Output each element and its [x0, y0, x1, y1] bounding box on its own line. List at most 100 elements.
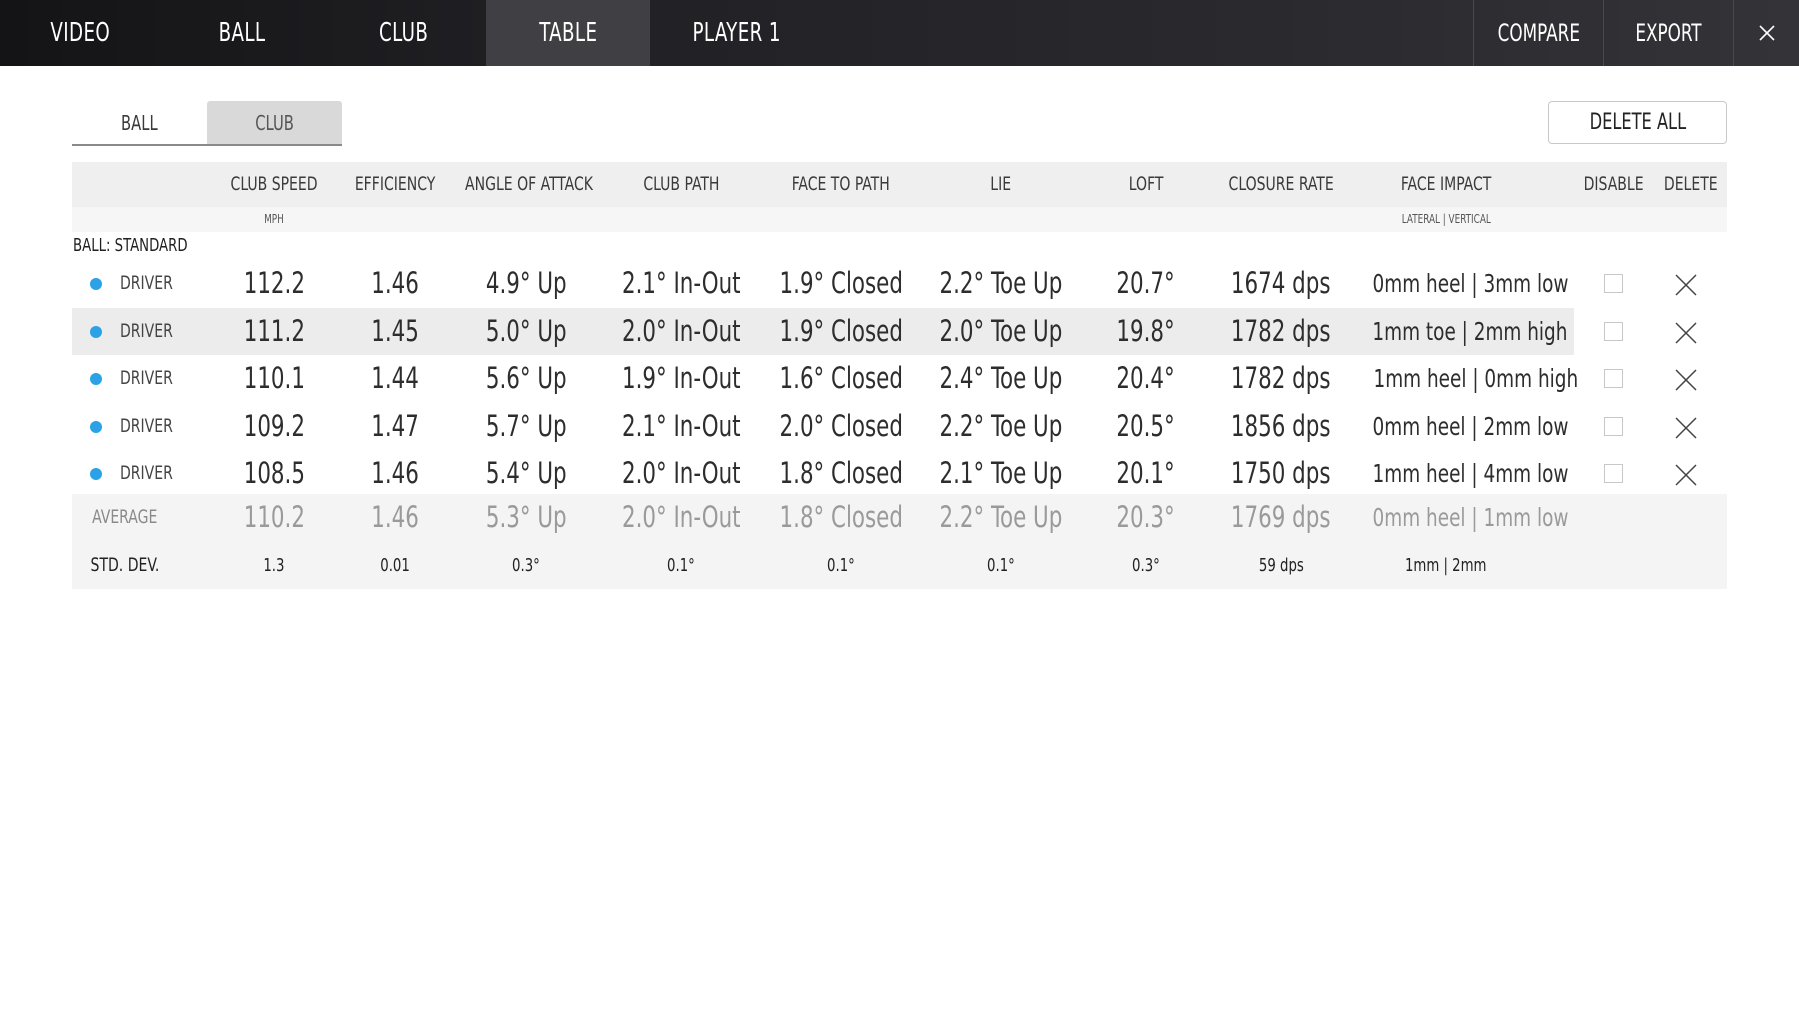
unit-club-speed: MPH: [264, 212, 284, 226]
avg-closure-rate: 1769 dps: [1231, 500, 1331, 534]
face-impact-value: 1mm heel | 0mm high: [1373, 364, 1579, 393]
nav-tab-table[interactable]: TABLE: [486, 0, 650, 66]
efficiency-value: 1.45: [371, 313, 419, 348]
nav-tab-player[interactable]: PLAYER 1: [650, 0, 824, 66]
subtab-ball[interactable]: BALL: [72, 101, 207, 144]
delete-shot-icon[interactable]: [1673, 367, 1699, 393]
face-impact-value: 1mm heel | 4mm low: [1372, 459, 1569, 488]
table-row[interactable]: DRIVER 109.2 1.47 5.7° Up 2.1° In-Out 2.…: [72, 403, 1727, 451]
lie-value: 2.2° Toe Up: [939, 266, 1063, 300]
delete-shot-icon[interactable]: [1673, 320, 1699, 346]
closure-rate-value: 1782 dps: [1231, 313, 1331, 348]
average-row: AVERAGE 110.2 1.46 5.3° Up 2.0° In-Out 1…: [72, 494, 1727, 542]
header-efficiency: EFFICIENCY: [354, 173, 436, 195]
club-speed-value: 108.5: [243, 456, 305, 490]
header-face-to-path: FACE TO PATH: [791, 173, 891, 195]
sd-face-impact: 1mm | 2mm: [1405, 554, 1487, 576]
delete-shot-icon[interactable]: [1673, 462, 1699, 488]
aoa-value: 5.6° Up: [485, 361, 567, 395]
disable-checkbox[interactable]: [1604, 464, 1623, 483]
table-row[interactable]: DRIVER 108.5 1.46 5.4° Up 2.0° In-Out 1.…: [72, 450, 1727, 498]
header-club-path: CLUB PATH: [642, 173, 720, 195]
club-speed-value: 111.2: [243, 313, 305, 348]
disable-checkbox[interactable]: [1604, 369, 1623, 388]
unit-face-impact: LATERAL | VERTICAL: [1401, 212, 1491, 226]
sd-club-path: 0.1°: [667, 554, 695, 576]
club-speed-value: 109.2: [243, 408, 305, 443]
avg-aoa: 5.3° Up: [485, 500, 567, 534]
subtab-club[interactable]: CLUB: [207, 101, 342, 144]
header-closure-rate: CLOSURE RATE: [1228, 173, 1334, 195]
club-name: DRIVER: [120, 367, 173, 389]
sd-loft: 0.3°: [1132, 554, 1160, 576]
compare-button[interactable]: COMPARE: [1473, 0, 1603, 66]
shot-indicator-dot: [90, 278, 102, 290]
sd-lie: 0.1°: [987, 554, 1015, 576]
average-label: AVERAGE: [92, 506, 158, 528]
avg-lie: 2.2° Toe Up: [939, 500, 1063, 534]
sd-face-to-path: 0.1°: [827, 554, 855, 576]
delete-shot-icon[interactable]: [1673, 415, 1699, 441]
lie-value: 2.2° Toe Up: [939, 408, 1063, 443]
face-impact-value: 0mm heel | 2mm low: [1372, 411, 1569, 441]
header-lie: LIE: [990, 173, 1012, 195]
avg-club-path: 2.0° In-Out: [621, 500, 741, 534]
header-loft: LOFT: [1128, 173, 1164, 195]
avg-efficiency: 1.46: [371, 500, 419, 534]
sd-efficiency: 0.01: [380, 554, 410, 576]
close-icon: [1759, 25, 1775, 41]
avg-face-to-path: 1.8° Closed: [779, 500, 903, 534]
loft-value: 20.7°: [1116, 266, 1176, 300]
avg-loft: 20.3°: [1116, 500, 1176, 534]
club-name: DRIVER: [120, 319, 173, 342]
face-to-path-value: 1.9° Closed: [779, 266, 903, 300]
export-button[interactable]: EXPORT: [1603, 0, 1733, 66]
delete-all-button[interactable]: DELETE ALL: [1548, 101, 1727, 144]
club-path-value: 2.1° In-Out: [621, 266, 741, 300]
nav-tab-club[interactable]: CLUB: [354, 0, 454, 66]
shot-indicator-dot: [90, 373, 102, 385]
loft-value: 20.4°: [1116, 361, 1176, 395]
club-speed-value: 110.1: [243, 361, 305, 395]
data-type-tabs: BALL CLUB: [72, 101, 342, 146]
loft-value: 20.5°: [1116, 408, 1176, 443]
lie-value: 2.4° Toe Up: [939, 361, 1063, 395]
row-actions: [1574, 308, 1727, 356]
delete-shot-icon[interactable]: [1673, 272, 1699, 298]
table-row[interactable]: DRIVER 111.2 1.45 5.0° Up 2.0° In-Out 1.…: [72, 307, 1574, 355]
face-to-path-value: 1.6° Closed: [779, 361, 903, 395]
table-units-row: MPH LATERAL | VERTICAL: [72, 207, 1727, 232]
closure-rate-value: 1674 dps: [1231, 266, 1331, 300]
header-angle-of-attack: ANGLE OF ATTACK: [465, 173, 593, 195]
shot-indicator-dot: [90, 420, 102, 433]
aoa-value: 5.0° Up: [485, 313, 567, 348]
face-impact-value: 1mm toe | 2mm high: [1372, 316, 1568, 346]
sd-closure-rate: 59 dps: [1258, 554, 1304, 576]
club-path-value: 2.0° In-Out: [621, 456, 741, 490]
table-row[interactable]: DRIVER 112.2 1.46 4.9° Up 2.1° In-Out 1.…: [72, 260, 1727, 308]
aoa-value: 5.7° Up: [485, 408, 567, 443]
closure-rate-value: 1750 dps: [1231, 456, 1331, 490]
avg-club-speed: 110.2: [243, 500, 305, 534]
face-to-path-value: 1.8° Closed: [779, 456, 903, 490]
sd-aoa: 0.3°: [512, 554, 540, 576]
header-club-speed: CLUB SPEED: [230, 173, 318, 195]
club-name: DRIVER: [120, 462, 173, 484]
loft-value: 20.1°: [1116, 456, 1176, 490]
shot-indicator-dot: [90, 468, 102, 480]
nav-tab-ball[interactable]: BALL: [192, 0, 292, 66]
club-path-value: 2.0° In-Out: [621, 313, 741, 348]
disable-checkbox[interactable]: [1604, 416, 1623, 436]
summary-block: AVERAGE 110.2 1.46 5.3° Up 2.0° In-Out 1…: [72, 494, 1727, 589]
efficiency-value: 1.44: [371, 361, 419, 395]
face-to-path-value: 2.0° Closed: [779, 408, 903, 443]
table-row[interactable]: DRIVER 110.1 1.44 5.6° Up 1.9° In-Out 1.…: [72, 355, 1727, 403]
nav-tab-video[interactable]: VIDEO: [30, 0, 130, 66]
close-button[interactable]: [1733, 0, 1799, 66]
club-speed-value: 112.2: [243, 266, 305, 300]
efficiency-value: 1.46: [371, 266, 419, 300]
disable-checkbox[interactable]: [1604, 321, 1623, 341]
face-impact-value: 0mm heel | 3mm low: [1372, 269, 1569, 298]
disable-checkbox[interactable]: [1604, 274, 1623, 293]
aoa-value: 5.4° Up: [485, 456, 567, 490]
